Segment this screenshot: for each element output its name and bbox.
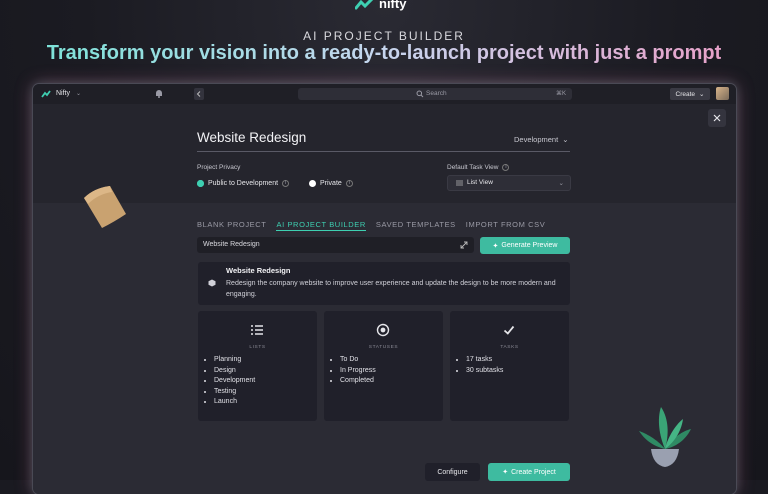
privacy-public-radio[interactable]: Public to Development i	[197, 180, 290, 187]
project-type-tabs: BLANK PROJECT AI PROJECT BUILDER SAVED T…	[197, 220, 545, 231]
app-window: Nifty ⌄ Search ⌘K Create ⌄ Website Redes…	[33, 84, 736, 494]
privacy-public-label: Public to Development	[208, 180, 279, 187]
list-view-icon	[456, 180, 463, 186]
chevron-down-icon: ⌄	[699, 91, 705, 98]
create-project-button[interactable]: ✦ Create Project	[488, 463, 570, 481]
list-item: Development	[214, 376, 255, 387]
list-item: Testing	[214, 387, 255, 398]
tasks-items: 17 tasks 30 subtasks	[457, 355, 503, 376]
hero-eyebrow: AI PROJECT BUILDER	[303, 29, 465, 43]
list-item: Launch	[214, 397, 255, 408]
radio-unselected-icon	[309, 180, 316, 187]
team-select[interactable]: Development ⌄	[514, 135, 569, 144]
list-item: To Do	[340, 355, 376, 366]
chevron-down-icon[interactable]: ⌄	[76, 90, 81, 97]
task-view-label: Default Task View i	[447, 164, 510, 171]
top-bar: Nifty ⌄ Search ⌘K Create ⌄	[33, 84, 736, 104]
list-icon	[251, 325, 263, 335]
statuses-items: To Do In Progress Completed	[331, 355, 376, 387]
configure-button[interactable]: Configure	[425, 463, 480, 481]
list-item: Design	[214, 366, 255, 377]
preview-title: Website Redesign	[226, 266, 291, 275]
check-icon	[503, 325, 515, 335]
avatar[interactable]	[716, 87, 729, 100]
privacy-private-radio[interactable]: Private i	[309, 180, 353, 187]
info-icon: i	[282, 180, 290, 187]
chevron-left-icon	[196, 91, 201, 97]
tab-blank-project[interactable]: BLANK PROJECT	[197, 220, 266, 231]
tasks-heading: TASKS	[500, 345, 519, 350]
workspace-name[interactable]: Nifty	[56, 90, 70, 97]
list-item: Planning	[214, 355, 255, 366]
create-project-label: Create Project	[511, 468, 556, 476]
radio-selected-icon	[197, 180, 204, 187]
hero-headline-text: Transform your vision into a ready-to-la…	[46, 42, 722, 64]
preview-description: Redesign the company website to improve …	[226, 280, 556, 298]
statuses-column: STATUSES To Do In Progress Completed	[324, 311, 443, 421]
project-name-input[interactable]: Website Redesign	[197, 130, 306, 145]
tab-ai-project-builder[interactable]: AI PROJECT BUILDER	[276, 220, 366, 231]
paper-illustration	[84, 186, 126, 228]
generate-preview-label: Generate Preview	[501, 242, 558, 249]
lists-heading: LISTS	[249, 345, 266, 350]
sparkle-icon: ✦	[502, 469, 509, 476]
search-placeholder: Search	[426, 90, 447, 97]
tab-import-from-csv[interactable]: IMPORT FROM CSV	[466, 220, 546, 231]
back-button[interactable]	[194, 88, 204, 100]
create-label: Create	[675, 90, 696, 98]
info-icon: i	[345, 180, 353, 187]
search-bar[interactable]: Search ⌘K	[298, 88, 572, 100]
brand-name: nifty	[379, 0, 407, 11]
close-button[interactable]	[708, 109, 726, 127]
privacy-private-label: Private	[320, 180, 342, 187]
tasks-column: TASKS 17 tasks 30 subtasks	[450, 311, 569, 421]
workspace-logo-icon	[41, 90, 51, 98]
list-item: 17 tasks	[466, 355, 503, 366]
statuses-heading: STATUSES	[368, 345, 399, 350]
list-item: Completed	[340, 376, 376, 387]
project-name-underline	[197, 151, 570, 152]
lists-column: LISTS Planning Design Development Testin…	[198, 311, 317, 421]
task-view-value: List View	[467, 179, 493, 186]
chevron-down-icon: ⌄	[558, 180, 564, 187]
nifty-logo-icon	[355, 0, 373, 9]
sparkle-icon: ✦	[492, 242, 499, 250]
generate-preview-button[interactable]: ✦ Generate Preview	[480, 237, 570, 254]
nifty-logo: nifty	[355, 0, 406, 11]
team-label: Development	[514, 135, 559, 144]
modal-header-section	[33, 104, 736, 203]
preview-description-card: Website Redesign Redesign the company we…	[198, 262, 570, 305]
expand-icon[interactable]	[460, 241, 468, 249]
privacy-label: Project Privacy	[197, 164, 241, 171]
task-view-label-text: Default Task View	[447, 164, 499, 171]
search-icon	[416, 90, 424, 98]
close-icon	[713, 114, 721, 122]
list-item: In Progress	[340, 366, 376, 377]
hero-headline: Transform your vision into a ready-to-la…	[0, 42, 768, 65]
task-view-select[interactable]: List View ⌄	[447, 175, 571, 191]
info-icon: i	[502, 164, 510, 171]
prompt-input[interactable]: Website Redesign	[197, 237, 474, 253]
search-shortcut: ⌘K	[555, 91, 566, 97]
cube-icon	[208, 279, 216, 287]
bell-icon[interactable]	[155, 89, 163, 98]
lists-items: Planning Design Development Testing Laun…	[205, 355, 255, 408]
tab-saved-templates[interactable]: SAVED TEMPLATES	[376, 220, 456, 231]
plant-illustration	[639, 407, 691, 467]
chevron-down-icon: ⌄	[562, 135, 569, 144]
prompt-value: Website Redesign	[203, 241, 260, 248]
create-dropdown-button[interactable]: Create ⌄	[670, 88, 710, 100]
list-item: 30 subtasks	[466, 366, 503, 377]
status-icon	[376, 323, 390, 337]
